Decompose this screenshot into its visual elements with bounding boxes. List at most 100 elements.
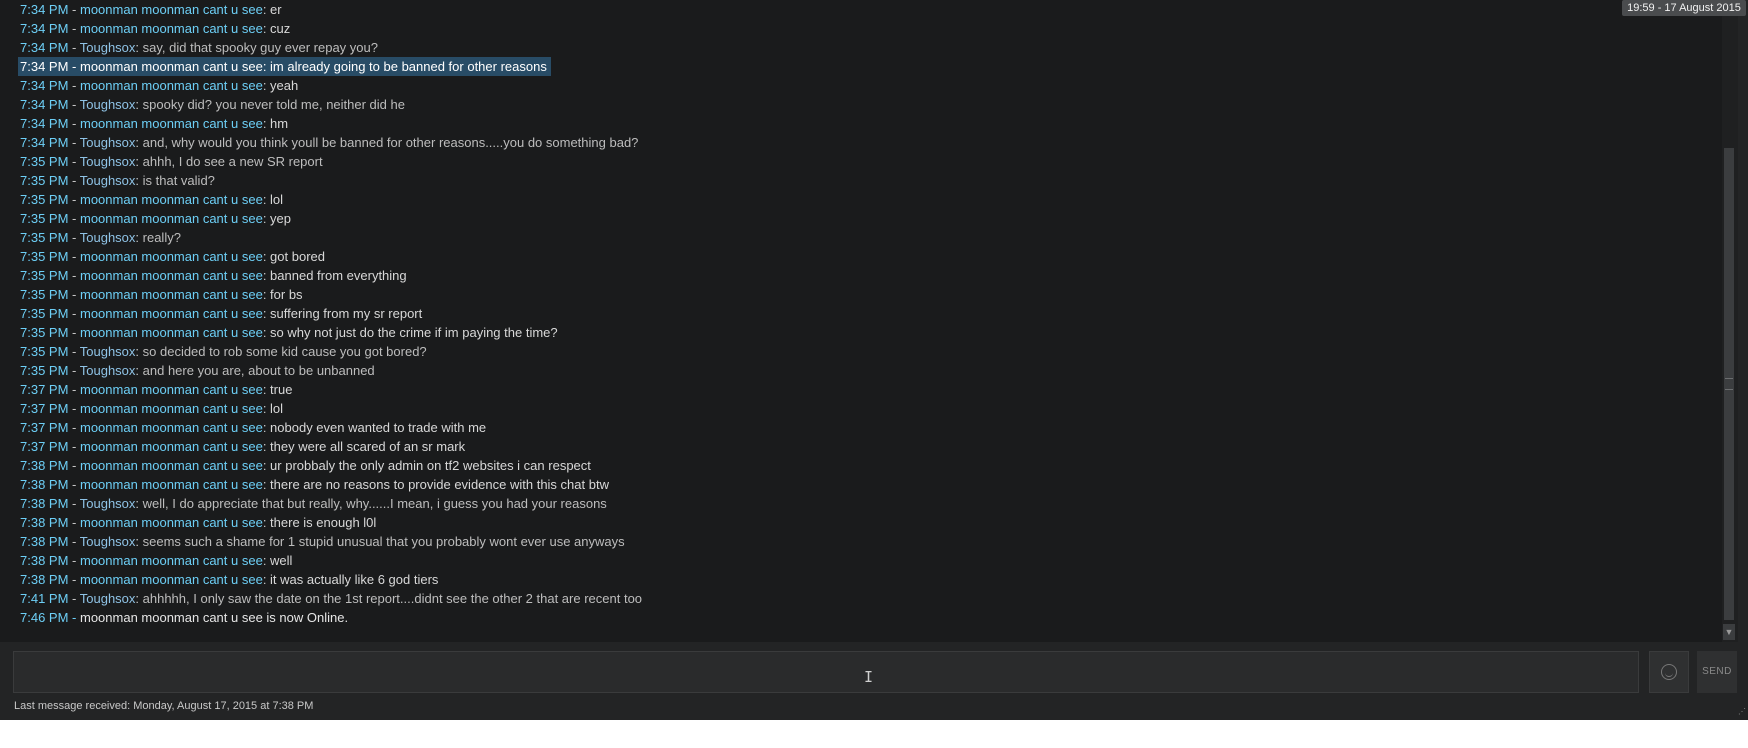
message-sender[interactable]: moonman moonman cant u see <box>80 439 263 454</box>
message-timestamp: 7:35 PM <box>20 192 69 207</box>
chat-message: 7:35 PM - Toughsox: and here you are, ab… <box>20 361 1722 380</box>
message-sender[interactable]: moonman moonman cant u see <box>80 116 263 131</box>
message-text: suffering from my sr report <box>270 306 423 321</box>
timestamp-separator: - <box>68 97 80 112</box>
chat-message-input[interactable] <box>13 651 1639 693</box>
message-sender[interactable]: Toughsox <box>80 534 136 549</box>
timestamp-separator: - <box>68 59 80 74</box>
message-text: got bored <box>270 249 325 264</box>
message-text: is that valid? <box>142 173 215 188</box>
send-button[interactable]: SEND <box>1697 651 1737 693</box>
resize-grip-icon[interactable]: ⋰ <box>1738 708 1746 716</box>
message-text: lol <box>270 401 284 416</box>
sender-separator: : <box>262 21 271 36</box>
timestamp-separator: - <box>68 2 80 17</box>
message-sender[interactable]: moonman moonman cant u see <box>80 572 263 587</box>
message-sender[interactable]: moonman moonman cant u see <box>80 2 263 17</box>
message-text: yep <box>270 211 292 226</box>
sender-separator: : <box>262 439 271 454</box>
sender-separator: : <box>135 534 143 549</box>
message-sender[interactable]: moonman moonman cant u see <box>80 458 263 473</box>
message-text: yeah <box>270 78 299 93</box>
date-time-badge: 19:59 - 17 August 2015 <box>1622 0 1746 16</box>
message-timestamp: 7:37 PM <box>20 439 69 454</box>
chat-message: 7:41 PM - Toughsox: ahhhhh, I only saw t… <box>20 589 1722 608</box>
sender-separator: : <box>262 211 271 226</box>
message-text: nobody even wanted to trade with me <box>270 420 487 435</box>
message-sender[interactable]: Toughsox <box>80 363 136 378</box>
message-sender[interactable]: moonman moonman cant u see <box>80 78 263 93</box>
sender-separator: : <box>262 572 271 587</box>
message-sender[interactable]: moonman moonman cant u see <box>80 287 263 302</box>
chat-message: 7:35 PM - moonman moonman cant u see: go… <box>20 247 1722 266</box>
message-sender[interactable]: moonman moonman cant u see <box>80 477 263 492</box>
message-text: ahhh, I do see a new SR report <box>142 154 323 169</box>
chat-message: 7:38 PM - moonman moonman cant u see: ur… <box>20 456 1722 475</box>
message-sender[interactable]: moonman moonman cant u see <box>80 211 263 226</box>
message-sender[interactable]: Toughsox <box>80 97 136 112</box>
message-sender[interactable]: moonman moonman cant u see <box>80 21 263 36</box>
message-timestamp: 7:38 PM <box>20 477 69 492</box>
message-sender[interactable]: Toughsox <box>80 591 136 606</box>
message-text: cuz <box>270 21 291 36</box>
message-sender[interactable]: Toughsox <box>80 344 136 359</box>
chat-lines: 7:34 PM - moonman moonman cant u see: er… <box>18 0 1722 627</box>
timestamp-separator: - <box>68 477 80 492</box>
chat-message: 7:38 PM - moonman moonman cant u see: we… <box>20 551 1722 570</box>
message-timestamp: 7:41 PM <box>20 591 69 606</box>
chat-log[interactable]: 7:34 PM - moonman moonman cant u see: er… <box>0 0 1722 642</box>
message-timestamp: 7:34 PM <box>20 135 69 150</box>
message-timestamp: 7:35 PM <box>20 249 69 264</box>
chat-message: 7:35 PM - Toughsox: is that valid? <box>20 171 1722 190</box>
message-timestamp: 7:37 PM <box>20 382 69 397</box>
scroll-down-arrow-icon[interactable]: ▼ <box>1723 624 1735 640</box>
message-sender[interactable]: moonman moonman cant u see <box>80 268 263 283</box>
message-text: so decided to rob some kid cause you got… <box>142 344 427 359</box>
message-sender[interactable]: Toughsox <box>80 135 136 150</box>
message-sender[interactable]: moonman moonman cant u see <box>80 59 263 74</box>
message-sender[interactable]: Toughsox <box>80 496 136 511</box>
sender-separator: : <box>262 287 271 302</box>
sender-separator: : <box>262 116 271 131</box>
message-sender[interactable]: Toughsox <box>80 154 136 169</box>
message-sender[interactable]: moonman moonman cant u see <box>80 401 263 416</box>
chat-message: 7:35 PM - moonman moonman cant u see: ba… <box>20 266 1722 285</box>
message-text: hm <box>270 116 289 131</box>
message-sender[interactable]: moonman moonman cant u see <box>80 306 263 321</box>
sender-separator: : <box>262 458 271 473</box>
message-sender[interactable]: moonman moonman cant u see <box>80 192 263 207</box>
message-sender[interactable]: moonman moonman cant u see <box>80 420 263 435</box>
message-sender[interactable]: moonman moonman cant u see <box>80 515 263 530</box>
message-timestamp: 7:37 PM <box>20 420 69 435</box>
message-text: say, did that spooky guy ever repay you? <box>142 40 378 55</box>
message-sender[interactable]: moonman moonman cant u see <box>80 249 263 264</box>
sender-separator: : <box>262 2 271 17</box>
message-sender[interactable]: moonman moonman cant u see <box>80 325 263 340</box>
message-sender[interactable]: Toughsox <box>80 173 136 188</box>
message-text: for bs <box>270 287 303 302</box>
timestamp-separator: - <box>68 78 80 93</box>
timestamp-separator: - <box>68 192 80 207</box>
emoticon-button[interactable] <box>1649 651 1689 693</box>
sender-separator: : <box>135 173 143 188</box>
status-timestamp: 7:46 PM <box>20 610 69 625</box>
chat-message: 7:37 PM - moonman moonman cant u see: no… <box>20 418 1722 437</box>
text-cursor-icon: I <box>864 668 874 686</box>
chat-message: 7:35 PM - moonman moonman cant u see: fo… <box>20 285 1722 304</box>
chat-message: 7:34 PM - moonman moonman cant u see: im… <box>18 57 1722 76</box>
sender-separator: : <box>262 382 271 397</box>
sender-separator: : <box>262 515 271 530</box>
message-sender[interactable]: Toughsox <box>80 230 136 245</box>
message-timestamp: 7:34 PM <box>20 21 69 36</box>
message-sender[interactable]: Toughsox <box>80 40 136 55</box>
message-sender[interactable]: moonman moonman cant u see <box>80 553 263 568</box>
timestamp-separator: - <box>68 610 80 625</box>
chat-message: 7:35 PM - moonman moonman cant u see: so… <box>20 323 1722 342</box>
last-message-received: Last message received: Monday, August 17… <box>14 700 314 712</box>
timestamp-separator: - <box>68 135 80 150</box>
message-sender[interactable]: moonman moonman cant u see <box>80 382 263 397</box>
message-text: ahhhhh, I only saw the date on the 1st r… <box>142 591 643 606</box>
timestamp-separator: - <box>68 401 80 416</box>
timestamp-separator: - <box>68 344 80 359</box>
message-timestamp: 7:38 PM <box>20 458 69 473</box>
